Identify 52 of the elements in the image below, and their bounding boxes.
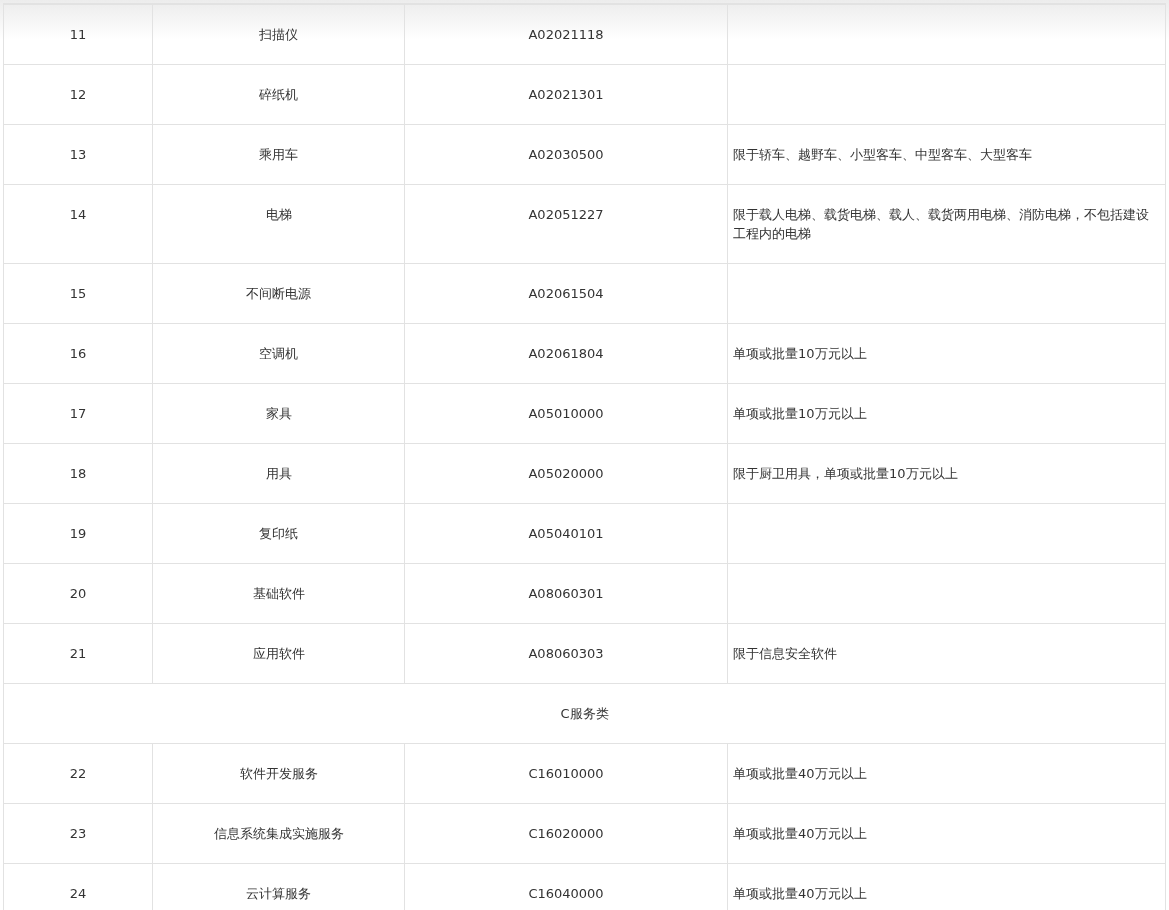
item-code: C16020000 (528, 826, 604, 841)
row-number: 19 (69, 526, 87, 541)
item-note: 单项或批量40万元以上 (733, 766, 867, 781)
item-code: C16040000 (528, 886, 604, 901)
item-name: 碎纸机 (259, 87, 298, 102)
row-number: 21 (69, 646, 87, 661)
item-name: 软件开发服务 (239, 766, 318, 781)
item-note: 单项或批量10万元以上 (733, 406, 867, 421)
item-note: 单项或批量40万元以上 (733, 826, 867, 841)
category-heading: C服务类 (560, 706, 609, 721)
row-number: 16 (69, 346, 87, 361)
item-note: 限于厨卫用具，单项或批量10万元以上 (733, 466, 958, 481)
item-code: A02021118 (528, 27, 604, 42)
item-name: 云计算服务 (246, 886, 311, 901)
row-number: 11 (69, 27, 87, 42)
item-note: 单项或批量40万元以上 (733, 886, 867, 901)
item-code: A02061504 (528, 286, 604, 301)
item-note: 限于轿车、越野车、小型客车、中型客车、大型客车 (733, 147, 1032, 162)
item-code: A05010000 (528, 406, 604, 421)
item-name: 扫描仪 (259, 27, 298, 42)
item-name: 信息系统集成实施服务 (213, 826, 344, 841)
item-code: A05040101 (528, 526, 604, 541)
row-number: 18 (69, 466, 87, 481)
row-number: 23 (69, 826, 87, 841)
row-number: 13 (69, 147, 87, 162)
row-number: 12 (69, 87, 87, 102)
item-code: A08060301 (528, 586, 604, 601)
item-code: A02061804 (528, 346, 604, 361)
item-name: 应用软件 (252, 646, 305, 661)
item-name: 复印纸 (259, 526, 298, 541)
item-name: 不间断电源 (246, 286, 311, 301)
item-code: A05020000 (528, 466, 604, 481)
row-number: 22 (69, 766, 87, 781)
item-note: 限于载人电梯、载货电梯、载人、载货两用电梯、消防电梯，不包括建设工程内的电梯 (733, 207, 1149, 241)
row-number: 14 (69, 207, 87, 222)
item-name: 空调机 (259, 346, 298, 361)
item-note: 限于信息安全软件 (733, 646, 837, 661)
item-name: 乘用车 (259, 147, 298, 162)
item-name: 电梯 (265, 207, 292, 222)
item-note: 单项或批量10万元以上 (733, 346, 867, 361)
item-code: A02021301 (528, 87, 604, 102)
item-code: C16010000 (528, 766, 604, 781)
item-code: A02030500 (528, 147, 604, 162)
item-name: 家具 (265, 406, 292, 421)
item-code: A02051227 (528, 207, 604, 222)
item-code: A08060303 (528, 646, 604, 661)
row-number: 20 (69, 586, 87, 601)
item-name: 用具 (265, 466, 292, 481)
row-number: 24 (69, 886, 87, 901)
row-number: 17 (69, 406, 87, 421)
item-name: 基础软件 (252, 586, 305, 601)
row-number: 15 (69, 286, 87, 301)
